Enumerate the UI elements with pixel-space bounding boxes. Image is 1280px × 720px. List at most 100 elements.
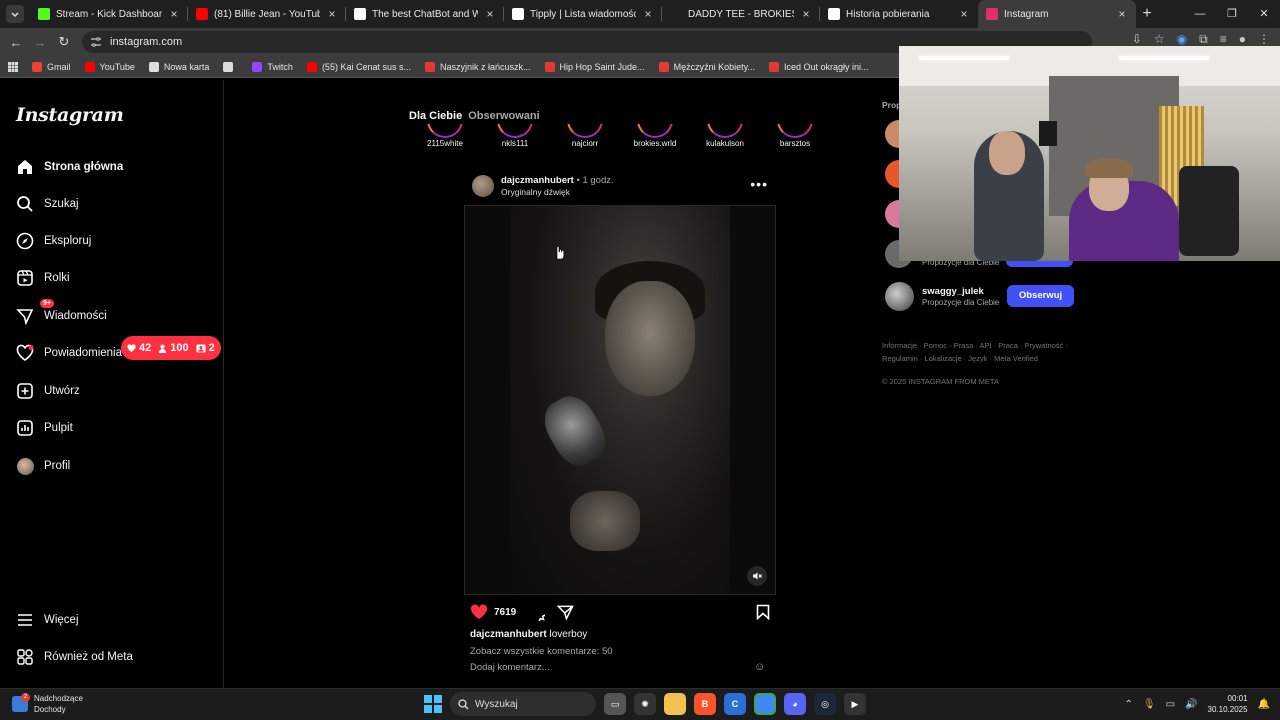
reload-button[interactable]: ↻ [52, 34, 76, 50]
post-options-icon[interactable]: ••• [750, 176, 768, 192]
tray-overflow-icon[interactable]: ⌃ [1125, 699, 1133, 710]
task-view-icon[interactable]: ▭ [604, 693, 626, 715]
story-item[interactable]: kulakulson [690, 124, 760, 152]
notification-bell-icon[interactable]: 🔔 [1258, 699, 1270, 710]
bookmark-item[interactable]: (55) Kai Cenat sus s... [306, 61, 411, 72]
post-username[interactable]: dajczmanhubert [501, 175, 574, 186]
media-control-icon[interactable]: ≡ [1220, 32, 1227, 47]
nav-messages[interactable]: 9+ Wiadomości [16, 299, 107, 327]
browser-tab[interactable]: The best ChatBot and Widgets × [346, 0, 504, 28]
add-comment-input[interactable]: Dodaj komentarz... [470, 662, 550, 673]
windows-start-icon[interactable] [424, 695, 442, 713]
post-time: 1 godz. [582, 175, 614, 186]
bookmark-item[interactable]: Hip Hop Saint Jude... [544, 61, 645, 72]
tab-close-icon[interactable]: × [800, 7, 812, 21]
story-item[interactable]: 2115white [410, 124, 480, 152]
post-audio[interactable]: Oryginalny dźwięk [501, 187, 570, 197]
emoji-icon[interactable]: ☺ [754, 661, 765, 673]
share-icon[interactable] [557, 604, 575, 621]
tab-for-you[interactable]: Dla Ciebie [409, 110, 462, 122]
tab-close-icon[interactable]: × [484, 7, 496, 21]
brave-icon[interactable]: B [694, 693, 716, 715]
steam-icon[interactable]: ◎ [814, 693, 836, 715]
widgets-button[interactable]: 2 Nadchodzące Dochody [12, 693, 83, 715]
browser-tab[interactable]: Stream - Kick Dashboard × [30, 0, 188, 28]
footer-links[interactable]: Informacje · Pomoc · Prasa · API · Praca… [882, 339, 1082, 365]
suggestion-username[interactable]: swaggy_julek [922, 286, 984, 297]
ccleaner-icon[interactable]: C [724, 693, 746, 715]
apps-grid-icon[interactable] [8, 61, 18, 72]
nav-profile[interactable]: Profil [16, 455, 70, 477]
bookmark-item[interactable]: Twitch [252, 61, 293, 72]
bookmark-star-icon[interactable]: ☆ [1154, 32, 1165, 47]
minimize-button[interactable]: — [1184, 0, 1216, 28]
instagram-logo[interactable]: Instagram [16, 104, 124, 126]
back-button[interactable]: ← [4, 35, 28, 50]
post-author-avatar[interactable] [472, 175, 494, 197]
like-heart-icon[interactable] [470, 604, 488, 620]
tab-close-icon[interactable]: × [1116, 7, 1128, 21]
suggestion-avatar[interactable] [885, 282, 914, 311]
browser-tab[interactable]: Historia pobierania × [820, 0, 978, 28]
tab-close-icon[interactable]: × [168, 7, 180, 21]
media-player-icon[interactable]: ▶ [844, 693, 866, 715]
bookmark-item[interactable]: Naszyjnik z łańcuszk... [424, 61, 531, 72]
bookmark-item[interactable]: Mężczyźni Kobiety... [658, 61, 755, 72]
install-app-icon[interactable]: ⇩ [1132, 32, 1142, 47]
story-username: najciorr [571, 139, 599, 148]
like-count[interactable]: 7619 [494, 607, 516, 618]
browser-tab[interactable]: DADDY TEE - BROKIES × [662, 0, 820, 28]
follow-button[interactable]: Obserwuj [1007, 285, 1074, 307]
profile-avatar-icon[interactable]: ● [1239, 32, 1246, 47]
bookmark-item[interactable]: Iced Out okrągły ini... [768, 61, 869, 72]
story-item[interactable]: brokies.wrld [620, 124, 690, 152]
browser-menu-icon[interactable]: ⋮ [1258, 32, 1270, 47]
nav-reels[interactable]: Rolki [16, 267, 70, 289]
browser-tab[interactable]: Tipply | Lista wiadomości × [504, 0, 662, 28]
close-window-button[interactable]: ✕ [1248, 0, 1280, 28]
story-item[interactable]: nkls111 [480, 124, 550, 152]
story-item[interactable]: barsztos [760, 124, 830, 152]
nav-explore[interactable]: Eksploruj [16, 230, 91, 252]
tab-close-icon[interactable]: × [958, 7, 970, 21]
mute-icon[interactable] [747, 566, 767, 586]
forward-button[interactable]: → [28, 35, 52, 50]
extension-icon[interactable]: ◉ [1177, 32, 1187, 47]
post-video[interactable] [464, 205, 776, 595]
bookmark-item[interactable]: Nowa karta [148, 61, 209, 72]
file-explorer-icon[interactable] [664, 693, 686, 715]
comment-icon[interactable] [528, 604, 546, 621]
nav-dashboard[interactable]: Pulpit [16, 417, 73, 439]
extensions-puzzle-icon[interactable]: ⧉ [1199, 32, 1208, 47]
volume-icon[interactable]: 🔊 [1185, 699, 1197, 710]
taskbar-search[interactable]: Wyszukaj [450, 692, 596, 716]
bookmark-item[interactable] [223, 61, 238, 72]
browser-tab[interactable]: (81) Billie Jean - YouTube × [188, 0, 346, 28]
caption-username[interactable]: dajczmanhubert [470, 629, 547, 640]
clock[interactable]: 00:01 30.10.2025 [1208, 693, 1248, 715]
nav-notifications[interactable]: Powiadomienia [16, 342, 122, 364]
tab-close-icon[interactable]: × [326, 7, 338, 21]
bookmark-item[interactable]: YouTube [84, 61, 135, 72]
tab-following[interactable]: Obserwowani [468, 110, 540, 122]
tab-close-icon[interactable]: × [642, 7, 654, 21]
nav-create[interactable]: Utwórz [16, 380, 80, 402]
nav-also-meta[interactable]: Również od Meta [16, 646, 133, 668]
browser-tab[interactable]: Instagram × [978, 0, 1136, 28]
chatgpt-icon[interactable]: ✺ [634, 693, 656, 715]
site-info-icon[interactable] [90, 37, 102, 47]
nav-home[interactable]: Strona główna [16, 156, 123, 178]
nav-more[interactable]: Więcej [16, 609, 79, 631]
network-icon[interactable]: ▭ [1166, 699, 1175, 710]
maximize-button[interactable]: ❐ [1216, 0, 1248, 28]
nav-search[interactable]: Szukaj [16, 193, 79, 215]
chrome-icon[interactable] [754, 693, 776, 715]
story-item[interactable]: najciorr [550, 124, 620, 152]
new-tab-button[interactable]: + [1136, 5, 1158, 23]
bookmark-item[interactable]: Gmail [32, 61, 71, 72]
save-bookmark-icon[interactable] [756, 604, 770, 620]
microphone-icon[interactable]: 🎙 [1143, 699, 1156, 710]
tab-search-button[interactable] [6, 5, 24, 23]
discord-icon[interactable]: ◕ [784, 693, 806, 715]
view-comments-link[interactable]: Zobacz wszystkie komentarze: 50 [470, 646, 613, 657]
